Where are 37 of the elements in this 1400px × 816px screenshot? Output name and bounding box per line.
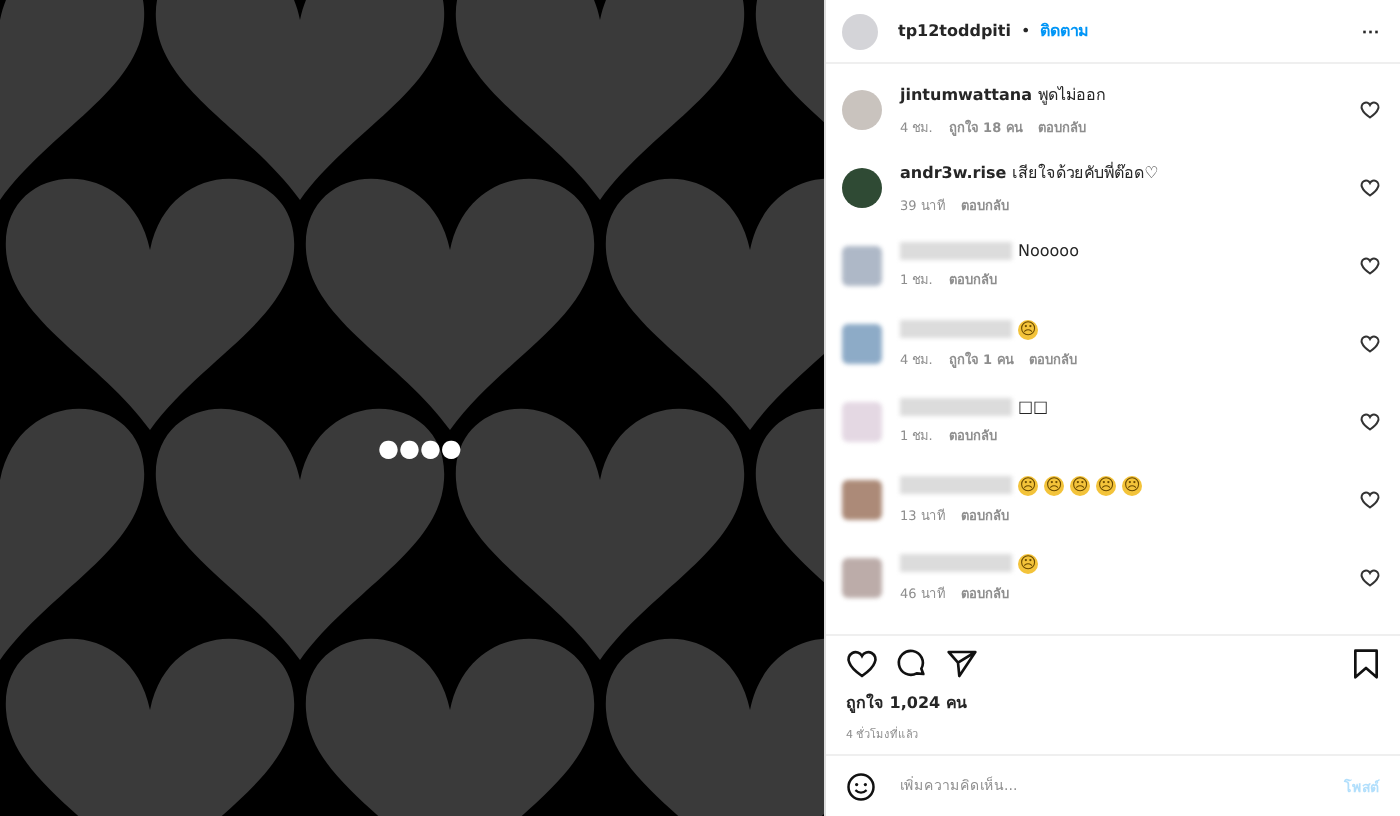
emoji: ☹	[1044, 475, 1064, 495]
emoji: ☹	[1096, 475, 1116, 495]
heart-icon[interactable]	[846, 648, 878, 680]
username[interactable]: tp12toddpiti	[898, 22, 1011, 40]
comment-icon[interactable]	[896, 648, 928, 680]
follow-link[interactable]: ติดตาม	[1040, 18, 1089, 44]
more-button[interactable]: ···	[1362, 21, 1380, 41]
blurred-username	[900, 476, 1012, 494]
emoji: ☹	[1018, 553, 1038, 573]
blurred-username	[900, 554, 1012, 572]
emoji-icon[interactable]	[846, 771, 876, 801]
comment-text: Nooooo	[1018, 242, 1079, 260]
blurred-username	[900, 320, 1012, 338]
emoji: ☹	[1122, 475, 1142, 495]
send-icon[interactable]	[946, 648, 978, 680]
comment-text: พูดไม่ออก	[1037, 84, 1106, 108]
heart-icon[interactable]	[1360, 490, 1380, 510]
comment-text: เสียใจด้วยคับพี่ต๊อด♡	[1012, 160, 1159, 186]
heart-icon[interactable]	[1360, 100, 1380, 120]
heart-icon[interactable]	[1360, 256, 1380, 276]
emoji: ☹	[1018, 319, 1038, 339]
heart-icon[interactable]	[1360, 412, 1380, 432]
heart-icon[interactable]	[1360, 178, 1380, 198]
comment-text: □□	[1018, 398, 1049, 416]
emoji: ☹	[1018, 475, 1038, 495]
heart-icon[interactable]	[1360, 568, 1380, 588]
username[interactable]: andr3w.rise	[900, 164, 1007, 182]
blurred-username	[900, 242, 1012, 260]
likes-count[interactable]: ถูกใจ 1,024 คน	[846, 690, 1380, 716]
blurred-username	[900, 398, 1012, 416]
bookmark-icon[interactable]	[1352, 648, 1380, 680]
emoji: ☹	[1070, 475, 1090, 495]
separator-dot: •	[1021, 22, 1031, 40]
loading-dots: ●●●●	[378, 432, 462, 464]
username[interactable]: jintumwattana	[900, 86, 1032, 104]
heart-icon[interactable]	[1360, 334, 1380, 354]
avatar[interactable]	[842, 168, 882, 208]
